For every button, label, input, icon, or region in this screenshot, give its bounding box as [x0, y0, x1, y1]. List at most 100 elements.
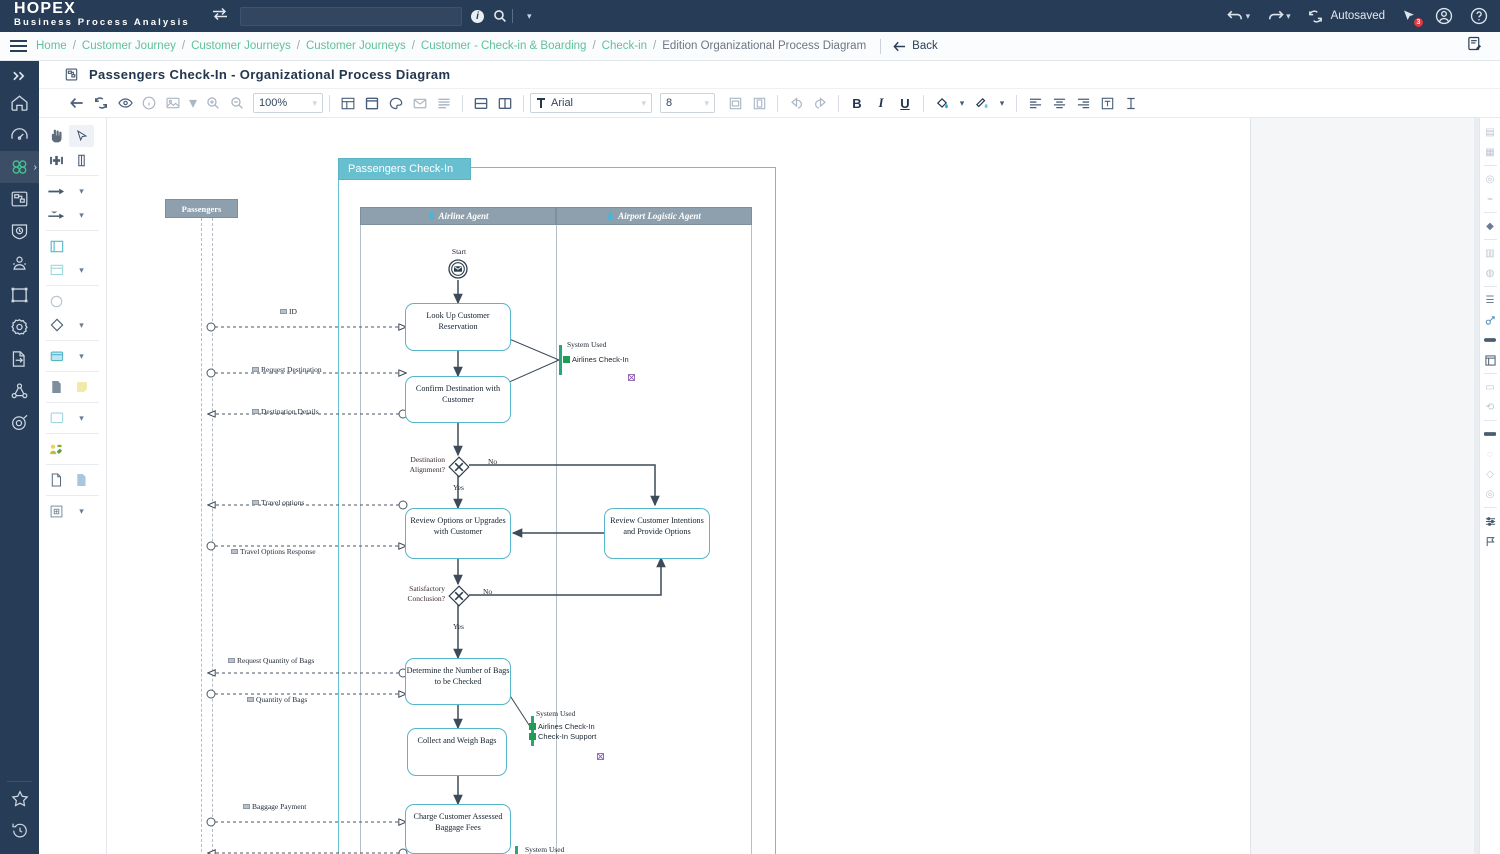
- task-box-icon[interactable]: [44, 345, 69, 367]
- breadcrumb-item-customer-journeys-2[interactable]: Customer Journeys: [306, 40, 406, 52]
- pointer-hand-icon[interactable]: [44, 125, 69, 147]
- subprocess-chevron-down-icon[interactable]: ▾: [69, 500, 94, 522]
- gateway-chevron-down-icon[interactable]: ▾: [69, 314, 94, 336]
- sidebar-item-clock-shield[interactable]: [0, 215, 39, 247]
- gateway-diamond-icon[interactable]: [44, 314, 69, 336]
- zoom-fit-icon[interactable]: ◎: [1480, 484, 1500, 504]
- chevron-double-right-icon[interactable]: [0, 61, 39, 87]
- search-panel-icon[interactable]: ◎: [1480, 169, 1500, 189]
- window-panel-icon[interactable]: [1480, 350, 1500, 370]
- right-properties-panel[interactable]: [1250, 118, 1479, 854]
- group-chevron-down-icon[interactable]: ▾: [69, 407, 94, 429]
- align-right-icon[interactable]: [1071, 92, 1095, 114]
- sidebar-item-settings[interactable]: [0, 311, 39, 343]
- toolbar-info-circle-icon[interactable]: [137, 92, 161, 114]
- properties-icon[interactable]: ▤: [1480, 122, 1500, 142]
- task-chevron-down-icon[interactable]: ▾: [69, 345, 94, 367]
- notes-edit-icon[interactable]: [1467, 36, 1500, 56]
- global-search-input[interactable]: [240, 6, 462, 26]
- group-box-icon[interactable]: [44, 407, 69, 429]
- toolbar-zoom-in-icon[interactable]: [201, 92, 225, 114]
- breadcrumb-item-checkin[interactable]: Check-in: [602, 40, 647, 52]
- resources-icon[interactable]: [44, 438, 69, 460]
- font-size-select[interactable]: 8 ▾: [660, 93, 715, 113]
- lane-icon[interactable]: [44, 259, 69, 281]
- task-charge-baggage-fees[interactable]: Charge Customer Assessed Baggage Fees: [405, 804, 511, 854]
- redo-icon[interactable]: ▾: [1267, 9, 1291, 23]
- system-used-item-airlines-checkin-2[interactable]: Airlines Check-In: [529, 722, 595, 731]
- global-search-field[interactable]: [241, 9, 461, 26]
- toolbar-preview-eye-icon[interactable]: [113, 92, 137, 114]
- distribute-icon[interactable]: ▥: [1480, 243, 1500, 263]
- toolbar-back-icon[interactable]: [65, 92, 89, 114]
- system-detail-icon-2[interactable]: [597, 747, 604, 765]
- sidebar-item-workflow[interactable]: [0, 183, 39, 215]
- sidebar-item-document-export[interactable]: [0, 343, 39, 375]
- breadcrumb-item-customer-journey[interactable]: Customer Journey: [82, 40, 176, 52]
- task-confirm-destination-with-customer[interactable]: Confirm Destination with Customer: [405, 376, 511, 423]
- toolbar-rotate-right-icon[interactable]: [808, 92, 832, 114]
- note-icon[interactable]: [69, 376, 94, 398]
- settings-panel-icon[interactable]: ◇: [1480, 464, 1500, 484]
- color-bar-icon[interactable]: [1480, 330, 1500, 350]
- task-review-options-or-upgrades[interactable]: Review Options or Upgrades with Customer: [405, 508, 511, 559]
- toolbar-grid-icon[interactable]: [336, 92, 360, 114]
- cursor-select-icon[interactable]: [69, 125, 94, 147]
- subprocess-icon[interactable]: [44, 500, 69, 522]
- line-chevron-down-icon[interactable]: ▾: [994, 92, 1010, 114]
- pool-icon[interactable]: [44, 235, 69, 257]
- underline-button[interactable]: U: [893, 92, 917, 114]
- task-review-customer-intentions[interactable]: Review Customer Intentions and Provide O…: [604, 508, 710, 559]
- swap-icon[interactable]: [212, 7, 228, 25]
- diagram-canvas[interactable]: Passengers Check-In Passengers Airline A…: [107, 118, 1250, 854]
- toolbar-palette-icon[interactable]: [384, 92, 408, 114]
- toolbar-zoom-out-icon[interactable]: [225, 92, 249, 114]
- filter-icon[interactable]: ⌁: [1480, 189, 1500, 209]
- event-circle-icon[interactable]: [44, 290, 69, 312]
- sidebar-item-favorites[interactable]: [0, 782, 39, 814]
- sequence-flow-chevron-down-icon[interactable]: ▾: [69, 180, 94, 202]
- text-cursor-icon[interactable]: [1119, 92, 1143, 114]
- page-blue-icon[interactable]: [69, 469, 94, 491]
- hamburger-icon[interactable]: [0, 40, 36, 52]
- link-panel-icon[interactable]: [1480, 310, 1500, 330]
- toolbar-split-horizontal-icon[interactable]: [469, 92, 493, 114]
- text-box-icon[interactable]: [1095, 92, 1119, 114]
- task-determine-number-of-bags[interactable]: Determine the Number of Bags to be Check…: [405, 658, 511, 705]
- sequence-flow-icon[interactable]: [44, 180, 69, 202]
- sidebar-expand-chevron-right-icon[interactable]: ›: [34, 162, 37, 173]
- list-panel-icon[interactable]: ☰: [1480, 290, 1500, 310]
- document-icon[interactable]: [44, 376, 69, 398]
- bar-panel-icon[interactable]: [1480, 424, 1500, 444]
- breadcrumb-item-checkin-boarding[interactable]: Customer - Check-in & Boarding: [421, 40, 587, 52]
- pin-icon[interactable]: ◌: [1480, 444, 1500, 464]
- sync-icon[interactable]: [1308, 9, 1323, 24]
- gateway-satisfactory-conclusion[interactable]: [448, 585, 470, 612]
- brand-logo[interactable]: HOPEX Business Process Analysis: [0, 1, 212, 30]
- sidebar-item-history[interactable]: [0, 814, 39, 846]
- account-icon[interactable]: [1435, 7, 1453, 25]
- system-used-item-checkin-support[interactable]: Check-In Support: [529, 732, 596, 741]
- gateway-destination-alignment[interactable]: [448, 456, 470, 483]
- vertical-bar-icon[interactable]: [69, 149, 94, 171]
- sidebar-item-home[interactable]: [0, 87, 39, 119]
- connector-icon[interactable]: [44, 149, 69, 171]
- system-detail-icon-1[interactable]: [628, 368, 635, 386]
- undo-icon[interactable]: ▾: [1226, 9, 1250, 23]
- breadcrumb-item-home[interactable]: Home: [36, 40, 67, 52]
- line-color-icon[interactable]: [970, 92, 994, 114]
- toolbar-list-icon[interactable]: [432, 92, 456, 114]
- system-used-item-airlines-checkin[interactable]: Airlines Check-In: [563, 355, 629, 364]
- message-flow-chevron-down-icon[interactable]: ▾: [69, 204, 94, 226]
- lane-chevron-down-icon[interactable]: ▾: [69, 259, 94, 281]
- help-icon[interactable]: [1470, 7, 1488, 25]
- page-icon[interactable]: [44, 469, 69, 491]
- message-flow-icon[interactable]: [44, 204, 69, 226]
- fill-chevron-down-icon[interactable]: ▾: [954, 92, 970, 114]
- flag-icon[interactable]: [1480, 531, 1500, 551]
- search-options-chevron-down-icon[interactable]: ▾: [527, 11, 532, 22]
- comment-icon[interactable]: ▭: [1480, 377, 1500, 397]
- align-left-icon[interactable]: [1023, 92, 1047, 114]
- back-button[interactable]: Back: [893, 40, 938, 52]
- task-collect-and-weigh-bags[interactable]: Collect and Weigh Bags: [407, 728, 507, 776]
